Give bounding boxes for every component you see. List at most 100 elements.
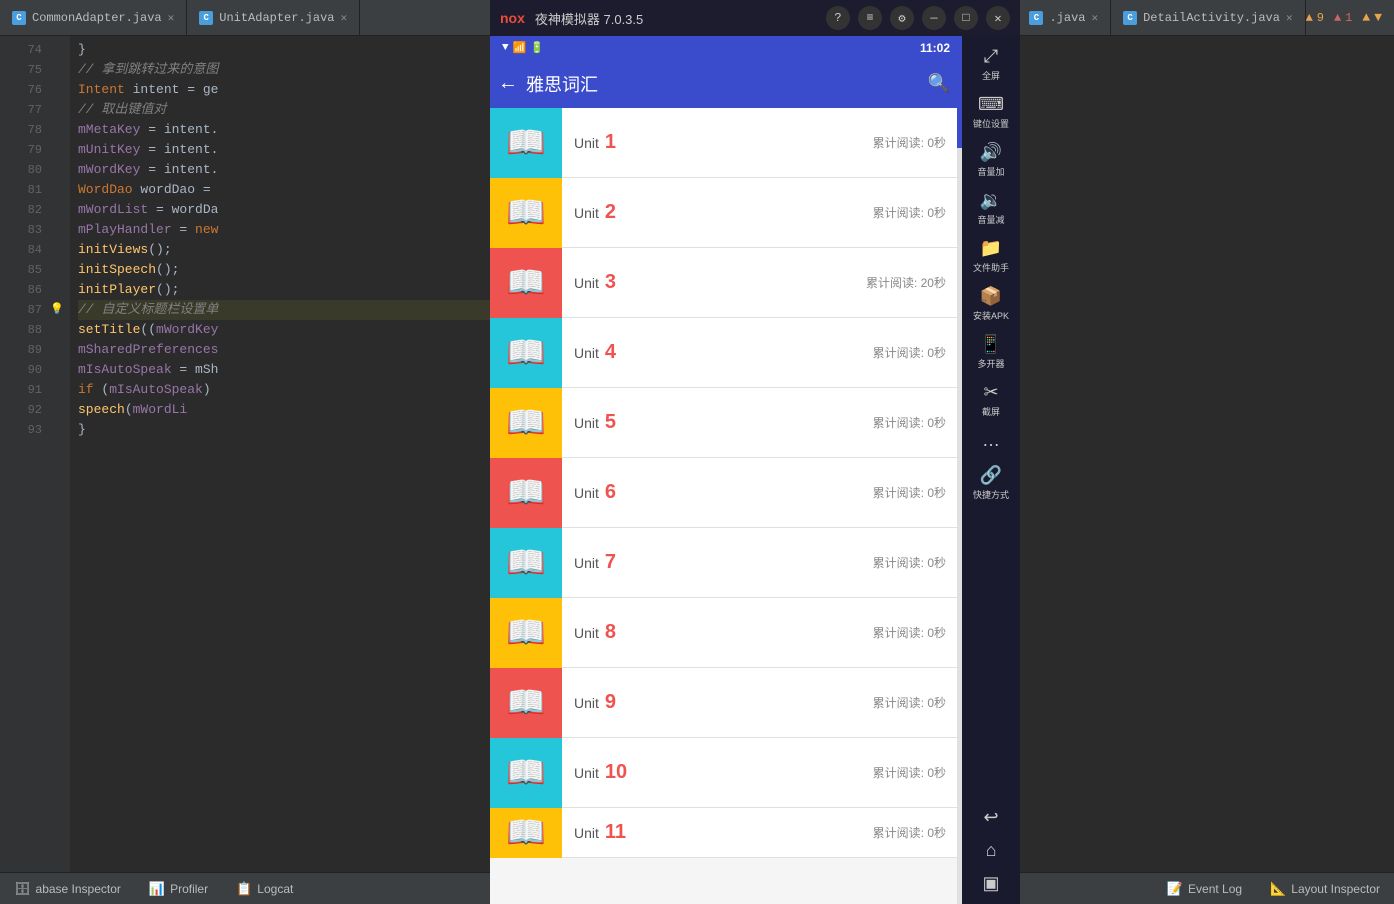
unit-item-4[interactable]: 📖 Unit 4 累计阅读: 0秒	[490, 318, 962, 388]
unit-item-10[interactable]: 📖 Unit 10 累计阅读: 0秒	[490, 738, 962, 808]
tab-detail-activity[interactable]: C DetailActivity.java ✕	[1111, 0, 1305, 35]
unit-label-5: Unit	[574, 415, 599, 431]
multi-label: 多开器	[977, 357, 1004, 370]
unit-item-8[interactable]: 📖 Unit 8 累计阅读: 0秒	[490, 598, 962, 668]
unit-icon-box-1: 📖	[490, 108, 562, 178]
back-button[interactable]: ←	[502, 73, 514, 96]
shortcut-label: 快捷方式	[973, 488, 1009, 501]
unit-info-2: Unit 2	[562, 201, 873, 224]
screenshot-btn[interactable]: ✂ 截屏	[965, 376, 1017, 424]
tab-close-unit[interactable]: ✕	[340, 11, 347, 25]
home-icon: ⌂	[986, 840, 997, 861]
home-btn[interactable]: ⌂	[965, 834, 1017, 867]
app-title: 雅思词汇	[526, 71, 916, 97]
unit-stats-4: 累计阅读: 0秒	[873, 344, 946, 361]
scrollbar-thumb[interactable]	[957, 108, 962, 148]
install-apk-btn[interactable]: 📦 安装APK	[965, 280, 1017, 328]
unit-item-11[interactable]: 📖 Unit 11 累计阅读: 0秒	[490, 808, 962, 858]
shortcut-icon: 🔗	[980, 465, 1002, 486]
tab-label-java: .java	[1049, 11, 1085, 25]
unit-book-icon-9: 📖	[506, 683, 546, 723]
back-nav-btn[interactable]: ↩	[965, 801, 1017, 834]
unit-number-9: 9	[605, 691, 616, 714]
emu-settings-btn[interactable]: ⚙	[890, 6, 914, 30]
gutter-margin: 💡	[50, 36, 70, 872]
emulator-window: nox 夜神模拟器 7.0.3.5 ? ≡ ⚙ — □ ✕ ▼ 📶 🔋 11:0…	[490, 0, 1020, 904]
tab-close-detail[interactable]: ✕	[1286, 11, 1293, 25]
unit-item-6[interactable]: 📖 Unit 6 累计阅读: 0秒	[490, 458, 962, 528]
recents-btn[interactable]: ▣	[965, 867, 1017, 900]
unit-number-4: 4	[605, 341, 616, 364]
unit-info-1: Unit 1	[562, 131, 873, 154]
multi-icon: 📱	[980, 334, 1002, 355]
unit-item-9[interactable]: 📖 Unit 9 累计阅读: 0秒	[490, 668, 962, 738]
unit-label-11: Unit	[574, 825, 599, 841]
unit-info-11: Unit 11	[562, 821, 873, 844]
bulb-icon[interactable]: 💡	[50, 300, 70, 320]
unit-label-8: Unit	[574, 625, 599, 641]
tab-unit-adapter[interactable]: C UnitAdapter.java ✕	[187, 0, 360, 35]
keyboard-settings-btn[interactable]: ⌨ 键位设置	[965, 88, 1017, 136]
unit-book-icon-5: 📖	[506, 403, 546, 443]
emulator-titlebar: nox 夜神模拟器 7.0.3.5 ? ≡ ⚙ — □ ✕	[490, 0, 1020, 36]
unit-info-6: Unit 6	[562, 481, 873, 504]
unit-number-8: 8	[605, 621, 616, 644]
unit-stats-7: 累计阅读: 0秒	[873, 554, 946, 571]
search-button[interactable]: 🔍	[928, 73, 950, 95]
error-count: 1	[1345, 11, 1352, 25]
emu-help-btn[interactable]: ?	[826, 6, 850, 30]
fullscreen-btn[interactable]: ⤢ 全屏	[965, 40, 1017, 88]
volume-up-label: 音量加	[977, 165, 1004, 178]
emu-menu-btn[interactable]: ≡	[858, 6, 882, 30]
scrollbar-track[interactable]	[957, 108, 962, 904]
unit-stats-9: 累计阅读: 0秒	[873, 694, 946, 711]
file-assistant-btn[interactable]: 📁 文件助手	[965, 232, 1017, 280]
unit-book-icon-11: 📖	[506, 813, 546, 853]
emu-maximize-btn[interactable]: □	[954, 6, 978, 30]
fullscreen-label: 全屏	[982, 69, 1000, 82]
unit-number-3: 3	[605, 271, 616, 294]
bottom-tab-logcat[interactable]: 📋 Logcat	[230, 877, 299, 901]
unit-label-9: Unit	[574, 695, 599, 711]
unit-stats-2: 累计阅读: 0秒	[873, 204, 946, 221]
shortcut-btn[interactable]: 🔗 快捷方式	[965, 459, 1017, 507]
unit-item-7[interactable]: 📖 Unit 7 累计阅读: 0秒	[490, 528, 962, 598]
unit-label-7: Unit	[574, 555, 599, 571]
bottom-tab-profiler[interactable]: 📊 Profiler	[143, 877, 214, 901]
unit-number-1: 1	[605, 131, 616, 154]
unit-stats-1: 累计阅读: 0秒	[873, 134, 946, 151]
nav-up-btn[interactable]: ▲	[1362, 10, 1370, 25]
unit-number-7: 7	[605, 551, 616, 574]
more-btn[interactable]: …	[965, 424, 1017, 459]
tab-common-adapter[interactable]: C CommonAdapter.java ✕	[0, 0, 187, 35]
unit-icon-box-8: 📖	[490, 598, 562, 668]
unit-info-5: Unit 5	[562, 411, 873, 434]
tab-java[interactable]: C .java ✕	[1017, 0, 1111, 35]
volume-up-btn[interactable]: 🔊 音量加	[965, 136, 1017, 184]
volume-down-btn[interactable]: 🔉 音量减	[965, 184, 1017, 232]
unit-list: 📖 Unit 1 累计阅读: 0秒 📖 Unit 2	[490, 108, 962, 904]
tab-icon-java: C	[1029, 11, 1043, 25]
emulator-logo: nox	[500, 10, 525, 26]
bottom-tab-event-log[interactable]: 📝 Event Log	[1161, 877, 1248, 901]
profiler-icon: 📊	[149, 881, 165, 897]
unit-stats-10: 累计阅读: 0秒	[873, 764, 946, 781]
tab-icon-detail: C	[1123, 11, 1137, 25]
unit-item-3[interactable]: 📖 Unit 3 累计阅读: 20秒	[490, 248, 962, 318]
file-icon: 📁	[980, 238, 1002, 259]
tab-close-java[interactable]: ✕	[1091, 11, 1098, 25]
emu-close-btn[interactable]: ✕	[986, 6, 1010, 30]
bottom-tab-database[interactable]: 🗄 abase Inspector	[8, 877, 127, 901]
bottom-tab-profiler-label: Profiler	[170, 882, 208, 896]
unit-item-5[interactable]: 📖 Unit 5 累计阅读: 0秒	[490, 388, 962, 458]
emu-minimize-btn[interactable]: —	[922, 6, 946, 30]
bottom-tab-layout-inspector[interactable]: 📐 Layout Inspector	[1264, 877, 1386, 901]
logcat-icon: 📋	[236, 881, 252, 897]
unit-item-2[interactable]: 📖 Unit 2 累计阅读: 0秒	[490, 178, 962, 248]
unit-stats-6: 累计阅读: 0秒	[873, 484, 946, 501]
nav-down-btn[interactable]: ▼	[1374, 10, 1382, 25]
unit-book-icon-1: 📖	[506, 123, 546, 163]
tab-close-common[interactable]: ✕	[168, 11, 175, 25]
unit-item-1[interactable]: 📖 Unit 1 累计阅读: 0秒	[490, 108, 962, 178]
multi-open-btn[interactable]: 📱 多开器	[965, 328, 1017, 376]
